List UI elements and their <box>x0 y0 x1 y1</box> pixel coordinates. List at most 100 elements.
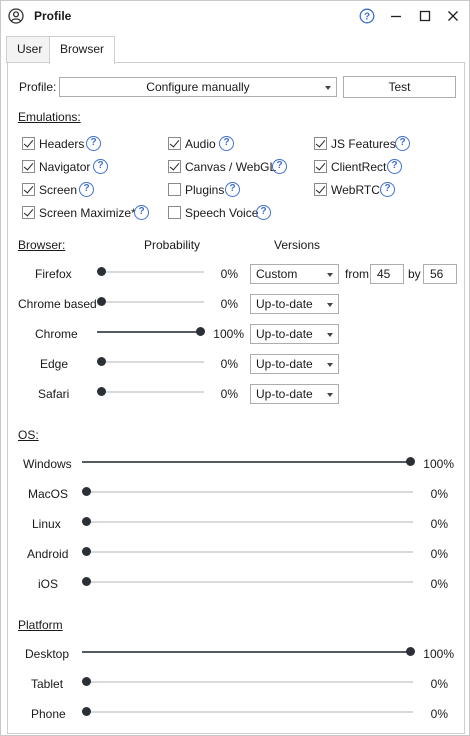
windows-percent: 100% <box>423 457 454 471</box>
slider-thumb[interactable] <box>82 487 91 496</box>
plugins-help-icon[interactable]: ? <box>225 182 240 197</box>
audio-label: Audio <box>185 137 216 151</box>
chevron-down-icon <box>325 86 331 90</box>
headers-label: Headers <box>39 137 85 151</box>
slider-thumb[interactable] <box>82 517 91 526</box>
slider-thumb[interactable] <box>97 387 106 396</box>
slider-thumb[interactable] <box>97 357 106 366</box>
slider-fill <box>82 651 410 653</box>
macos-probability-slider[interactable] <box>82 487 413 496</box>
close-button[interactable] <box>444 7 462 25</box>
navigator-checkbox[interactable] <box>22 160 35 173</box>
plugins-checkbox[interactable] <box>168 183 181 196</box>
screen-maximize-help-icon[interactable]: ? <box>134 205 149 220</box>
canvas-webgl-help-icon[interactable]: ? <box>272 159 287 174</box>
tab-browser[interactable]: Browser <box>49 36 116 64</box>
edge-label: Edge <box>40 357 69 371</box>
test-button[interactable]: Test <box>343 76 456 98</box>
edge-percent: 0% <box>220 357 238 371</box>
slider-thumb[interactable] <box>97 297 106 306</box>
slider-thumb[interactable] <box>82 577 91 586</box>
phone-label: Phone <box>31 707 66 721</box>
safari-version-value: Up-to-date <box>256 387 313 401</box>
slider-thumb[interactable] <box>406 457 415 466</box>
slider-fill <box>82 461 410 463</box>
audio-help-icon[interactable]: ? <box>219 136 234 151</box>
windows-probability-slider[interactable] <box>82 457 415 466</box>
edge-version-select[interactable]: Up-to-date <box>250 354 339 374</box>
profile-window: Profile ? User Browser Profile: Configur… <box>0 0 470 736</box>
maximize-button[interactable] <box>416 7 434 25</box>
speech-voice-checkbox[interactable] <box>168 206 181 219</box>
chevron-down-icon <box>327 393 333 397</box>
close-icon <box>448 11 458 21</box>
tablet-label: Tablet <box>31 677 64 691</box>
screen-help-icon[interactable]: ? <box>79 182 94 197</box>
safari-label: Safari <box>38 387 70 401</box>
chevron-down-icon <box>327 333 333 337</box>
slider-fill <box>97 331 200 333</box>
speech-voice-help-icon[interactable]: ? <box>256 205 271 220</box>
windows-label: Windows <box>23 457 72 471</box>
linux-probability-slider[interactable] <box>82 517 413 526</box>
android-probability-slider[interactable] <box>82 547 413 556</box>
phone-percent: 0% <box>430 707 448 721</box>
headers-checkbox[interactable] <box>22 137 35 150</box>
js-features-checkbox[interactable] <box>314 137 327 150</box>
firefox-version-from-input[interactable]: 45 <box>370 264 404 284</box>
firefox-version-select[interactable]: Custom <box>250 264 339 284</box>
profile-label: Profile: <box>19 80 57 94</box>
slider-thumb[interactable] <box>82 677 91 686</box>
safari-probability-slider[interactable] <box>97 387 204 396</box>
speech-voice-label: Speech Voice <box>185 206 259 220</box>
tablet-probability-slider[interactable] <box>82 677 413 686</box>
safari-version-select[interactable]: Up-to-date <box>250 384 339 404</box>
android-percent: 0% <box>430 547 448 561</box>
phone-probability-slider[interactable] <box>82 707 413 716</box>
slider-thumb[interactable] <box>82 707 91 716</box>
probability-header: Probability <box>144 238 201 252</box>
chrome-probability-slider[interactable] <box>97 327 205 336</box>
edge-version-value: Up-to-date <box>256 357 313 371</box>
firefox-version-value: Custom <box>256 267 298 281</box>
screen-maximize-checkbox[interactable] <box>22 206 35 219</box>
slider-thumb[interactable] <box>97 267 106 276</box>
canvas-webgl-checkbox[interactable] <box>168 160 181 173</box>
edge-probability-slider[interactable] <box>97 357 204 366</box>
desktop-label: Desktop <box>25 647 70 661</box>
webrtc-checkbox[interactable] <box>314 183 327 196</box>
tab-bar: User Browser <box>1 36 469 64</box>
chrome-based-version-select[interactable]: Up-to-date <box>250 294 339 314</box>
webrtc-help-icon[interactable]: ? <box>380 182 395 197</box>
audio-checkbox[interactable] <box>168 137 181 150</box>
navigator-help-icon[interactable]: ? <box>93 159 108 174</box>
chrome-based-probability-slider[interactable] <box>97 297 204 306</box>
firefox-version-by-input[interactable]: 56 <box>423 264 457 284</box>
desktop-percent: 100% <box>423 647 454 661</box>
chrome-version-value: Up-to-date <box>256 327 313 341</box>
help-button[interactable]: ? <box>358 7 376 25</box>
canvas-webgl-label: Canvas / WebGL <box>185 160 277 174</box>
ios-probability-slider[interactable] <box>82 577 413 586</box>
clientrect-help-icon[interactable]: ? <box>387 159 402 174</box>
firefox-label: Firefox <box>35 267 72 281</box>
screen-maximize-label: Screen Maximize* <box>39 206 136 220</box>
tab-user[interactable]: User <box>6 36 54 63</box>
js-features-help-icon[interactable]: ? <box>395 136 410 151</box>
headers-help-icon[interactable]: ? <box>86 136 101 151</box>
slider-thumb[interactable] <box>406 647 415 656</box>
chevron-down-icon <box>327 363 333 367</box>
minimize-icon <box>391 15 401 18</box>
emulations-heading: Emulations: <box>18 110 81 124</box>
screen-checkbox[interactable] <box>22 183 35 196</box>
minimize-button[interactable] <box>387 7 405 25</box>
desktop-probability-slider[interactable] <box>82 647 415 656</box>
chrome-version-select[interactable]: Up-to-date <box>250 324 339 344</box>
clientrect-checkbox[interactable] <box>314 160 327 173</box>
slider-thumb[interactable] <box>82 547 91 556</box>
firefox-probability-slider[interactable] <box>97 267 204 276</box>
profile-select[interactable]: Configure manually <box>59 77 337 97</box>
chrome-based-label: Chrome based <box>18 297 97 311</box>
chevron-down-icon <box>327 303 333 307</box>
slider-thumb[interactable] <box>196 327 205 336</box>
